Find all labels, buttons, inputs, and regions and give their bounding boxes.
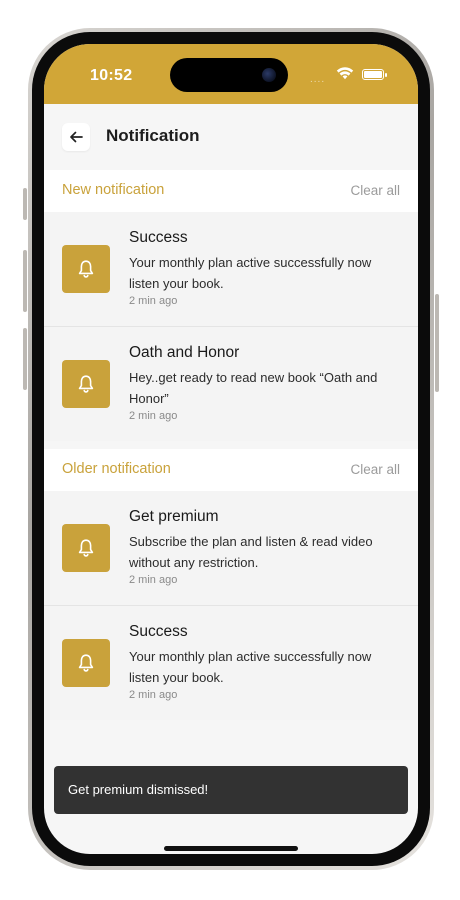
notification-title: Get premium	[129, 508, 219, 525]
camera-icon	[262, 68, 276, 82]
bell-icon-box	[62, 245, 110, 293]
arrow-left-icon	[70, 131, 83, 143]
bell-icon	[78, 375, 94, 393]
phone-bezel: 10:52 .... Notification New notification…	[32, 32, 430, 866]
signal-icon: ....	[310, 74, 326, 85]
action-button	[23, 188, 27, 220]
snackbar-toast: Get premium dismissed!	[54, 766, 408, 814]
notification-title: Success	[129, 229, 188, 246]
notification-body: Your monthly plan active successfully no…	[129, 649, 372, 685]
notification-body: Hey..get ready to read new book “Oath an…	[129, 370, 378, 406]
bell-icon-box	[62, 639, 110, 687]
status-time: 10:52	[90, 67, 133, 84]
notification-time: 2 min ago	[129, 689, 178, 701]
phone-frame: 10:52 .... Notification New notification…	[23, 28, 439, 870]
notification-time: 2 min ago	[129, 295, 178, 307]
notification-item[interactable]: Get premium Subscribe the plan and liste…	[44, 491, 418, 605]
clear-all-button[interactable]: Clear all	[350, 183, 400, 198]
notification-item[interactable]: Success Your monthly plan active success…	[44, 606, 418, 720]
back-button[interactable]	[62, 123, 90, 151]
volume-up-button	[23, 250, 27, 312]
clear-all-button[interactable]: Clear all	[350, 462, 400, 477]
status-bar: 10:52 ....	[44, 44, 418, 104]
wifi-icon	[336, 67, 354, 80]
app-header: Notification	[44, 104, 418, 170]
section-older-notification: Older notification Clear all	[44, 449, 418, 491]
page-title: Notification	[106, 126, 200, 145]
home-indicator[interactable]	[164, 846, 298, 851]
section-title: New notification	[62, 182, 165, 198]
bell-icon	[78, 654, 94, 672]
notification-item[interactable]: Oath and Honor Hey..get ready to read ne…	[44, 327, 418, 441]
notification-time: 2 min ago	[129, 410, 178, 422]
bell-icon	[78, 539, 94, 557]
notification-body: Your monthly plan active successfully no…	[129, 255, 372, 291]
dynamic-island	[170, 58, 288, 92]
notification-title: Oath and Honor	[129, 344, 240, 361]
notification-title: Success	[129, 623, 188, 640]
battery-icon	[362, 69, 387, 80]
section-new-notification: New notification Clear all	[44, 170, 418, 212]
notification-time: 2 min ago	[129, 574, 178, 586]
toast-message: Get premium dismissed!	[68, 782, 209, 797]
bell-icon-box	[62, 524, 110, 572]
section-title: Older notification	[62, 461, 171, 477]
screen: 10:52 .... Notification New notification…	[44, 44, 418, 854]
notification-item[interactable]: Success Your monthly plan active success…	[44, 212, 418, 326]
bell-icon	[78, 260, 94, 278]
volume-down-button	[23, 328, 27, 390]
power-button	[435, 294, 439, 392]
notification-body: Subscribe the plan and listen & read vid…	[129, 534, 373, 570]
bell-icon-box	[62, 360, 110, 408]
